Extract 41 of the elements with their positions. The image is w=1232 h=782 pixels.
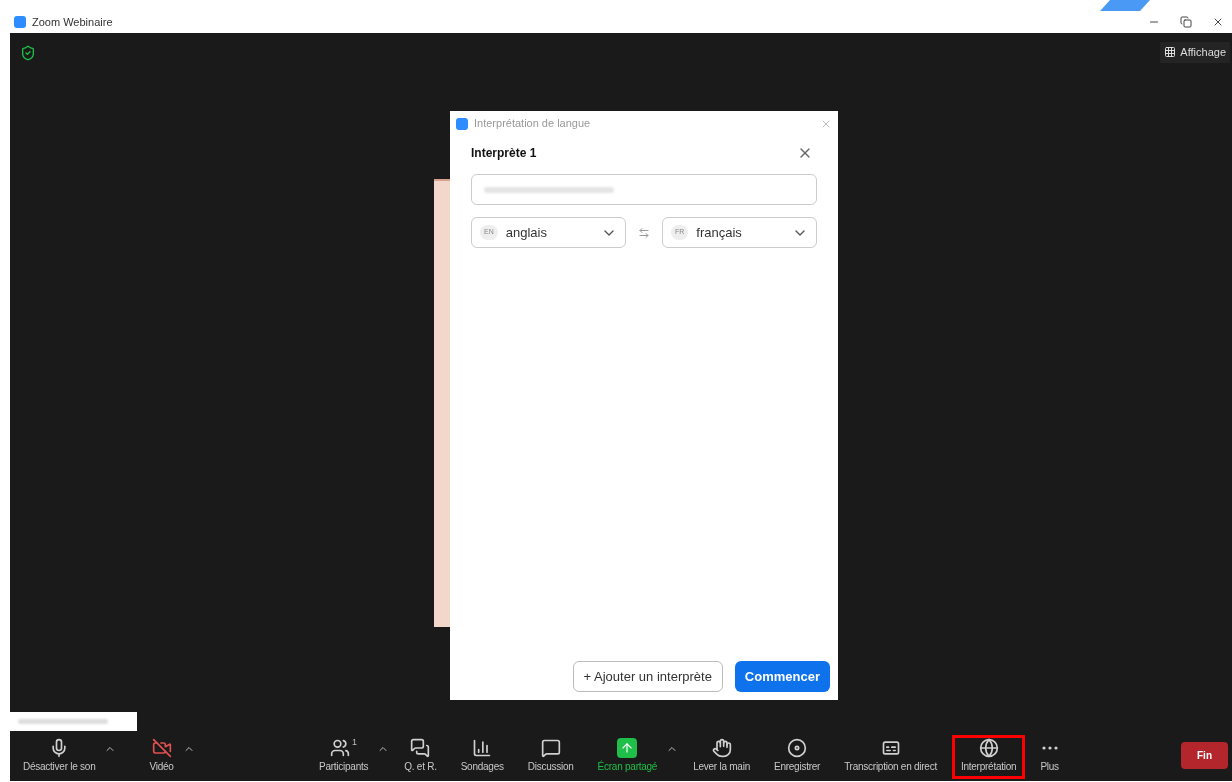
restore-icon[interactable] [1180,16,1192,28]
captions-icon [880,738,901,758]
grid-icon [1164,46,1177,59]
view-button[interactable]: Affichage [1160,42,1230,63]
toolbar-button[interactable]: Vidéo [140,735,183,779]
start-button[interactable]: Commencer [734,661,830,692]
record-icon [787,738,808,758]
toolbar-button[interactable]: Désactiver le son [14,735,105,779]
globe-icon [978,738,999,758]
window-title: Zoom Webinaire [32,14,113,30]
interpreter-heading: Interprète 1 [471,145,537,162]
dialog-title: Interprétation de langue [474,116,591,132]
language-name: anglais [505,223,547,242]
swap-icon[interactable] [638,226,650,239]
people-icon [330,738,351,758]
email-field[interactable] [471,174,817,205]
video-off-icon [151,738,172,758]
add-interpreter-button[interactable]: + Ajouter un interprète [572,661,723,692]
participant-count: 1 [352,738,358,747]
bar-chart-icon [472,738,493,758]
share-screen-icon [617,738,638,758]
app-logo-icon [456,117,468,130]
hand-icon [711,738,732,758]
language-name: français [696,223,742,242]
end-button[interactable]: Fin [1181,742,1228,769]
toolbar-button[interactable]: Enregistrer [764,735,830,779]
app-logo-icon [14,16,26,28]
toolbar-button[interactable]: Lever la main [684,735,759,779]
toolbar-button[interactable]: Écran partagé [588,735,667,779]
toolbar-button[interactable]: Discussion [518,735,583,779]
speech-bubble-icon [540,738,561,758]
close-icon[interactable] [1212,16,1224,28]
toolbar-button[interactable]: Transcription en direct [835,735,946,779]
more-icon [1041,746,1058,750]
toolbar-button[interactable]: 1 Participants [310,735,378,779]
shield-icon [20,45,36,61]
toolbar-button[interactable]: Plus [1031,735,1068,779]
toolbar-button[interactable]: Sondages [451,735,513,779]
toolbar-button[interactable]: Interprétation [951,735,1026,779]
speech-bubbles-icon [410,738,431,758]
toolbar-button[interactable]: Q. et R. [395,735,446,779]
